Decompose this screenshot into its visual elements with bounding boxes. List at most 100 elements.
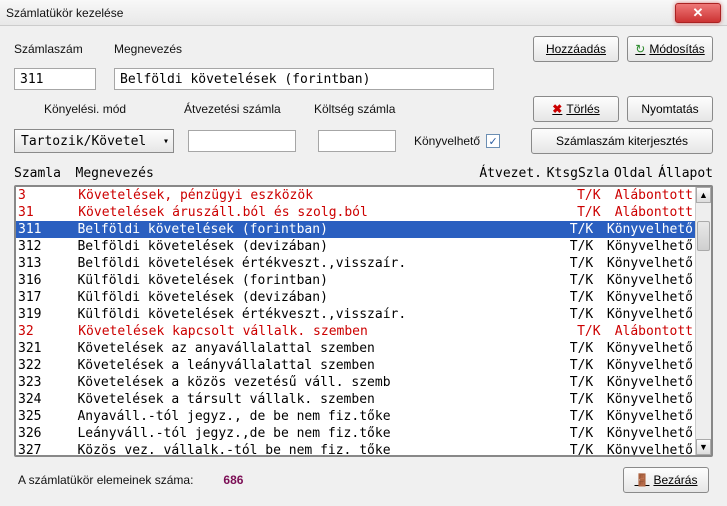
- cell-szamla: 323: [18, 374, 77, 391]
- cell-atvezet: [468, 391, 533, 408]
- table-row[interactable]: 3Követelések, pénzügyi eszközökT/KAlábon…: [16, 187, 695, 204]
- cell-megnevezes: Leányváll.-tól jegyz.,de be nem fiz.tőke: [77, 425, 467, 442]
- cell-atvezet: [474, 204, 540, 221]
- table-row[interactable]: 323Követelések a közös vezetésű váll. sz…: [16, 374, 695, 391]
- cell-allapot: Könyvelhető: [607, 374, 693, 391]
- scroll-down-button[interactable]: ▼: [696, 439, 711, 455]
- cell-szamla: 321: [18, 340, 77, 357]
- cell-atvezet: [468, 442, 533, 455]
- table-row[interactable]: 324Követelések a társult vállalk. szembe…: [16, 391, 695, 408]
- cell-megnevezes: Belföldi követelések (devizában): [77, 238, 467, 255]
- cell-szamla: 324: [18, 391, 77, 408]
- cell-allapot: Könyvelhető: [607, 238, 693, 255]
- table-row[interactable]: 327Közös vez. vállalk.-tól be nem fiz. t…: [16, 442, 695, 455]
- table-row[interactable]: 32Követelések kapcsolt vállalk. szemben T…: [16, 323, 695, 340]
- label-konyvelheto: Könyvelhető: [414, 134, 480, 148]
- cell-szamla: 325: [18, 408, 77, 425]
- table-row[interactable]: 316Külföldi követelések (forintban)T/KKö…: [16, 272, 695, 289]
- cell-szamla: 312: [18, 238, 77, 255]
- cell-allapot: Könyvelhető: [607, 442, 693, 455]
- cell-atvezet: [468, 306, 533, 323]
- table-row[interactable]: 325Anyaváll.-tól jegyz., de be nem fiz.t…: [16, 408, 695, 425]
- add-button[interactable]: Hozzáadás: [533, 36, 619, 62]
- window-close-button[interactable]: ✕: [675, 3, 721, 23]
- cell-ktsgszla: [539, 323, 577, 340]
- cell-allapot: Alábontott: [615, 187, 693, 204]
- cell-oldal: T/K: [570, 221, 607, 238]
- koltseg-szamla-input[interactable]: [318, 130, 396, 152]
- cell-allapot: Könyvelhető: [607, 340, 693, 357]
- close-button[interactable]: 🚪 Bezárás: [623, 467, 709, 493]
- cell-oldal: T/K: [577, 323, 615, 340]
- scroll-up-button[interactable]: ▲: [696, 187, 711, 203]
- col-szamla: Szamla: [14, 166, 76, 181]
- szamlaszam-input[interactable]: [14, 68, 96, 90]
- cell-allapot: Alábontott: [615, 323, 693, 340]
- cell-ktsgszla: [533, 408, 570, 425]
- cell-megnevezes: Követelések a leányvállalattal szemben: [77, 357, 467, 374]
- label-szamlaszam: Számlaszám: [14, 42, 114, 56]
- print-button[interactable]: Nyomtatás: [627, 96, 713, 122]
- cell-megnevezes: Belföldi követelések (forintban): [77, 221, 467, 238]
- atvezetesi-szamla-input[interactable]: [188, 130, 296, 152]
- cell-atvezet: [468, 408, 533, 425]
- szamlaszam-kiterjesztes-button[interactable]: Számlaszám kiterjesztés: [531, 128, 713, 154]
- table-row[interactable]: 31Követelések áruszáll.ból és szolg.bólT…: [16, 204, 695, 221]
- cell-szamla: 3: [18, 187, 78, 204]
- cell-ktsgszla: [533, 255, 570, 272]
- add-button-label: Hozzáadás: [546, 42, 606, 56]
- megnevezes-input[interactable]: [114, 68, 494, 90]
- cell-oldal: T/K: [570, 357, 607, 374]
- table-row[interactable]: 326Leányváll.-tól jegyz.,de be nem fiz.t…: [16, 425, 695, 442]
- table-row[interactable]: 312Belföldi követelések (devizában) T/KKö…: [16, 238, 695, 255]
- cell-oldal: T/K: [570, 425, 607, 442]
- delete-button[interactable]: ✖ Törlés: [533, 96, 619, 122]
- cell-oldal: T/K: [577, 204, 615, 221]
- delete-button-label: Törlés: [566, 102, 599, 116]
- cell-atvezet: [468, 289, 533, 306]
- cell-szamla: 31: [18, 204, 78, 221]
- table-row[interactable]: 321Követelések az anyavállalattal szembe…: [16, 340, 695, 357]
- table-row[interactable]: 311Belföldi követelések (forintban)T/KKö…: [16, 221, 695, 238]
- cell-megnevezes: Külföldi követelések (forintban): [77, 272, 467, 289]
- refresh-icon: ↻: [635, 42, 645, 56]
- close-button-label: Bezárás: [653, 473, 697, 487]
- cell-ktsgszla: [539, 204, 577, 221]
- cell-szamla: 32: [18, 323, 78, 340]
- col-atvezet: Átvezet.: [479, 166, 546, 181]
- cell-allapot: Könyvelhető: [607, 357, 693, 374]
- cell-szamla: 319: [18, 306, 77, 323]
- cell-atvezet: [474, 323, 540, 340]
- cell-allapot: Könyvelhető: [607, 289, 693, 306]
- cell-ktsgszla: [533, 289, 570, 306]
- modify-button[interactable]: ↻ Módosítás: [627, 36, 713, 62]
- table-row[interactable]: 317Külföldi követelések (devizában)T/KKö…: [16, 289, 695, 306]
- cell-atvezet: [468, 238, 533, 255]
- szamlaszam-kiterjesztes-label: Számlaszám kiterjesztés: [556, 134, 688, 148]
- cell-megnevezes: Követelések, pénzügyi eszközök: [78, 187, 473, 204]
- cell-megnevezes: Anyaváll.-tól jegyz., de be nem fiz.tőke: [77, 408, 467, 425]
- cell-allapot: Könyvelhető: [607, 221, 693, 238]
- cell-oldal: T/K: [570, 374, 607, 391]
- konyvelheto-checkbox[interactable]: ✓: [486, 134, 500, 148]
- cell-megnevezes: Követelések a társult vállalk. szemben: [77, 391, 467, 408]
- window-title: Számlatükör kezelése: [6, 6, 675, 20]
- footer-label: A számlatükör elemeinek száma:: [18, 473, 193, 487]
- cell-ktsgszla: [533, 272, 570, 289]
- konyvelesi-mod-select[interactable]: Tartozik/Követel: [14, 129, 174, 153]
- label-konyvelesi-mod: Könyelési. mód: [44, 102, 184, 116]
- cell-ktsgszla: [539, 187, 577, 204]
- table-row[interactable]: 319Külföldi követelések értékveszt.,viss…: [16, 306, 695, 323]
- cell-megnevezes: Belföldi követelések értékveszt.,visszaí…: [77, 255, 467, 272]
- cell-megnevezes: Követelések kapcsolt vállalk. szemben: [78, 323, 473, 340]
- cell-allapot: Könyvelhető: [607, 391, 693, 408]
- scroll-thumb[interactable]: [697, 221, 710, 251]
- cell-atvezet: [474, 187, 540, 204]
- cell-oldal: T/K: [570, 238, 607, 255]
- cell-oldal: T/K: [570, 289, 607, 306]
- scrollbar[interactable]: ▲ ▼: [695, 187, 711, 455]
- table-row[interactable]: 313Belföldi követelések értékveszt.,viss…: [16, 255, 695, 272]
- table-row[interactable]: 322Követelések a leányvállalattal szembe…: [16, 357, 695, 374]
- cell-allapot: Könyvelhető: [607, 272, 693, 289]
- cell-atvezet: [468, 272, 533, 289]
